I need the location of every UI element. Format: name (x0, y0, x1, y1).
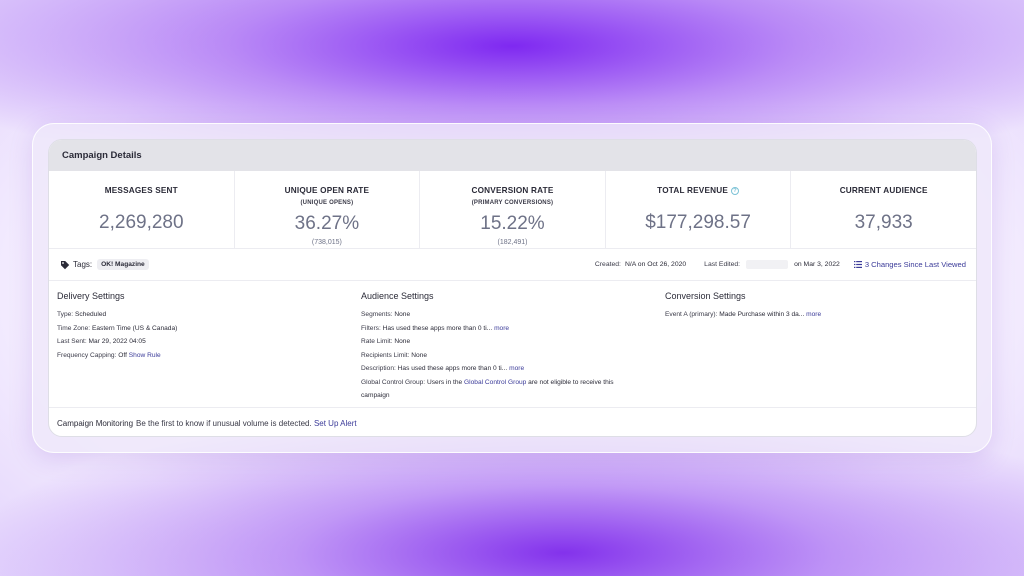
monitoring-text: Be the first to know if unusual volume i… (136, 418, 312, 428)
question-icon[interactable]: ? (731, 186, 739, 195)
metric-title: CONVERSION RATE (471, 186, 554, 195)
campaign-details-card: Campaign Details MESSAGES SENT 2,269,280… (48, 139, 977, 437)
created-value: N/A on Oct 26, 2020 (624, 261, 687, 268)
delivery-settings: Delivery Settings Type: Scheduled Time Z… (57, 291, 361, 407)
set-up-alert-link[interactable]: Set Up Alert (314, 419, 357, 428)
metric-current-audience: CURRENT AUDIENCE 37,933 (791, 171, 976, 248)
delivery-settings-title: Delivery Settings (57, 291, 125, 301)
audience-recipients-limit: Recipients Limit: None (361, 351, 427, 359)
audience-segments: Segments: None (361, 311, 411, 318)
delivery-time-zone: Time Zone: Eastern Time (US & Canada) (57, 324, 178, 332)
conversion-settings: Conversion Settings Event A (primary): M… (665, 291, 969, 407)
metric-subtitle: (PRIMARY CONVERSIONS) (471, 200, 554, 206)
metric-conversion-rate: CONVERSION RATE (PRIMARY CONVERSIONS) 15… (420, 171, 606, 248)
metric-count: (738,015) (311, 239, 342, 246)
metric-value: 37,933 (854, 212, 913, 233)
audience-settings-title: Audience Settings (361, 291, 434, 301)
redacted-editor (746, 260, 789, 269)
metric-value: 36.27% (294, 213, 360, 234)
audience-description: Description: Has used these apps more th… (361, 365, 525, 372)
delivery-type: Type: Scheduled (57, 311, 107, 318)
metric-unique-open-rate: UNIQUE OPEN RATE (UNIQUE OPENS) 36.27% (… (235, 171, 421, 248)
metrics-row: MESSAGES SENT 2,269,280 UNIQUE OPEN RATE… (49, 171, 976, 249)
campaign-meta: Created: N/A on Oct 26, 2020 Last Edited… (595, 260, 966, 269)
card-title: Campaign Details (62, 150, 142, 161)
audience-settings: Audience Settings Segments: None Filters… (361, 291, 665, 407)
metric-title: MESSAGES SENT (104, 186, 178, 195)
card-header: Campaign Details (49, 140, 976, 171)
monitoring-label: Campaign Monitoring (57, 418, 134, 428)
metric-value: 15.22% (480, 213, 545, 234)
tags-bar: Tags: OK! Magazine Created: N/A on Oct 2… (49, 249, 976, 281)
conversion-event-a: Event A (primary): Made Purchase within … (665, 311, 822, 318)
audience-rate-limit: Rate Limit: None (361, 338, 411, 345)
filters-more-link[interactable]: more (494, 325, 509, 332)
show-rule-link[interactable]: Show Rule (129, 352, 161, 359)
audience-global-control-group-cont: campaign (361, 392, 390, 399)
metric-title: TOTAL REVENUE ? (657, 186, 739, 195)
global-control-group-link[interactable]: Global Control Group (464, 379, 526, 386)
created-label: Created: (594, 261, 621, 268)
delivery-frequency-capping: Frequency Capping: Off Show Rule (57, 351, 161, 359)
metric-subtitle: (UNIQUE OPENS) (300, 200, 354, 206)
metric-total-revenue: TOTAL REVENUE ? $177,298.57 (606, 171, 792, 248)
changes-link-label[interactable]: 3 Changes Since Last Viewed (865, 260, 966, 269)
audience-filters: Filters: Has used these apps more than 0… (361, 324, 510, 332)
edited-label: Last Edited: (704, 261, 741, 268)
tag-chip[interactable]: OK! Magazine (97, 259, 149, 270)
tags-label: Tags: (73, 260, 93, 269)
settings-section: Delivery Settings Type: Scheduled Time Z… (49, 281, 976, 408)
description-more-link[interactable]: more (509, 365, 524, 372)
metric-messages-sent: MESSAGES SENT 2,269,280 (49, 171, 235, 248)
metric-value: $177,298.57 (645, 212, 751, 233)
event-more-link[interactable]: more (806, 311, 821, 318)
metric-count: (182,491) (497, 239, 528, 246)
audience-global-control-group: Global Control Group: Users in the Globa… (361, 378, 614, 386)
conversion-settings-title: Conversion Settings (665, 291, 746, 301)
tag-icon (61, 260, 70, 269)
metric-title: UNIQUE OPEN RATE (284, 186, 370, 195)
campaign-monitoring: Campaign Monitoring Be the first to know… (49, 408, 976, 436)
edited-value: on Mar 3, 2022 (794, 261, 840, 268)
list-icon (853, 261, 862, 268)
changes-link[interactable]: 3 Changes Since Last Viewed (853, 260, 966, 269)
delivery-last-sent: Last Sent: Mar 29, 2022 04:05 (57, 338, 146, 345)
metric-title: CURRENT AUDIENCE (839, 186, 928, 195)
metric-value: 2,269,280 (99, 212, 184, 233)
